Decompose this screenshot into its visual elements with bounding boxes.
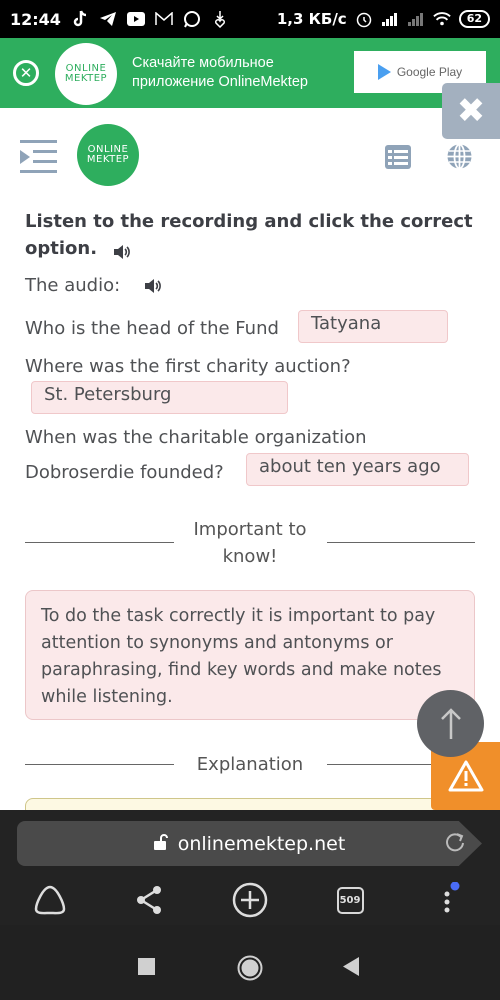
youtube-icon (126, 10, 145, 28)
square-icon (138, 958, 155, 975)
explanation-heading: Explanation (196, 754, 304, 775)
google-play-icon (377, 64, 391, 80)
signal-icon (381, 10, 399, 28)
site-logo[interactable]: ONLINE MEKTEP (77, 124, 139, 186)
site-header: ONLINE MEKTEP (0, 120, 500, 195)
menu-toggle-icon[interactable] (20, 140, 57, 174)
task-title: Listen to the recording and click the co… (25, 208, 475, 262)
new-tab-icon[interactable] (230, 880, 270, 920)
important-heading-line2: know! (222, 546, 278, 567)
more-menu-icon[interactable] (430, 880, 470, 920)
warning-icon (448, 760, 483, 792)
wifi-icon (432, 10, 451, 28)
download-icon (211, 10, 229, 28)
unlock-icon (153, 833, 168, 855)
clock: 12:44 (10, 9, 61, 29)
divider-right (327, 764, 437, 765)
share-icon[interactable] (129, 880, 169, 920)
logo-text-line2: MEKTEP (64, 73, 108, 84)
back-triangle-icon (343, 957, 359, 976)
divider-left (25, 764, 174, 765)
url-text: onlinemektep.net (177, 832, 346, 855)
reload-icon[interactable] (444, 831, 466, 853)
answer-dropdown-2[interactable]: St. Petersburg (31, 381, 288, 414)
answer-dropdown-1[interactable]: Tatyana (298, 310, 448, 343)
alice-assistant-icon[interactable] (30, 880, 70, 920)
google-play-label: Google Play (396, 65, 463, 79)
system-navigation-bar (0, 925, 500, 1000)
important-heading-line1: Important to (193, 519, 307, 540)
browser-toolbar: onlinemektep.net 509 (0, 810, 500, 925)
whatsapp-icon (183, 10, 201, 28)
divider-left (25, 542, 174, 543)
alarm-icon (355, 10, 373, 28)
close-promo-button[interactable]: ✕ (13, 60, 39, 86)
globe-icon[interactable] (446, 143, 473, 170)
circle-icon (237, 955, 263, 981)
audio-row: The audio: (25, 275, 164, 296)
task-list-icon[interactable] (385, 145, 411, 169)
question-1: Who is the head of the Fund (25, 318, 279, 339)
close-overlay-button[interactable]: ✖ (442, 83, 500, 139)
arrow-up-icon (440, 707, 461, 739)
scroll-to-top-button[interactable] (417, 690, 484, 757)
network-speed: 1,3 КБ/с (276, 10, 347, 28)
promo-logo: ONLINE MEKTEP (55, 43, 117, 105)
audio-play-icon[interactable] (144, 278, 164, 294)
tiktok-icon (71, 10, 89, 28)
task-title-text: Listen to the recording and click the co… (25, 211, 473, 259)
speaker-icon[interactable] (113, 241, 133, 259)
status-bar: 12:44 1,3 КБ/с 62 (0, 0, 500, 38)
back-button[interactable] (343, 957, 359, 980)
home-button[interactable] (237, 955, 263, 985)
audio-label: The audio: (25, 275, 121, 296)
gmail-icon (155, 10, 173, 28)
answer-dropdown-3[interactable]: about ten years ago (246, 453, 469, 486)
important-note: To do the task correctly it is important… (25, 590, 475, 720)
tabs-button[interactable]: 509 (330, 880, 370, 920)
signal-weak-icon (407, 10, 425, 28)
telegram-icon (99, 10, 117, 28)
tab-count: 509 (336, 886, 364, 914)
recent-apps-button[interactable] (138, 958, 155, 979)
question-3-line1: When was the charitable organization (25, 427, 367, 448)
battery-indicator: 62 (458, 10, 490, 28)
divider-right (327, 542, 475, 543)
address-bar[interactable]: onlinemektep.net (17, 821, 482, 866)
question-2: Where was the first charity auction? (25, 356, 351, 377)
close-icon: ✕ (19, 64, 33, 82)
app-promo-banner: ✕ ONLINE MEKTEP Скачайте мобильное прило… (0, 38, 500, 108)
question-3-line2: Dobroserdie founded? (25, 462, 224, 483)
promo-text-line1: Скачайте мобильное (132, 55, 274, 71)
logo-text-line2: MEKTEP (86, 154, 130, 165)
promo-text: Скачайте мобильное приложение OnlineMekt… (132, 54, 308, 92)
promo-text-line2: приложение OnlineMektep (132, 74, 308, 90)
important-heading: Important to know! (175, 516, 325, 570)
close-icon: ✖ (456, 91, 486, 131)
important-note-text: To do the task correctly it is important… (41, 606, 442, 707)
